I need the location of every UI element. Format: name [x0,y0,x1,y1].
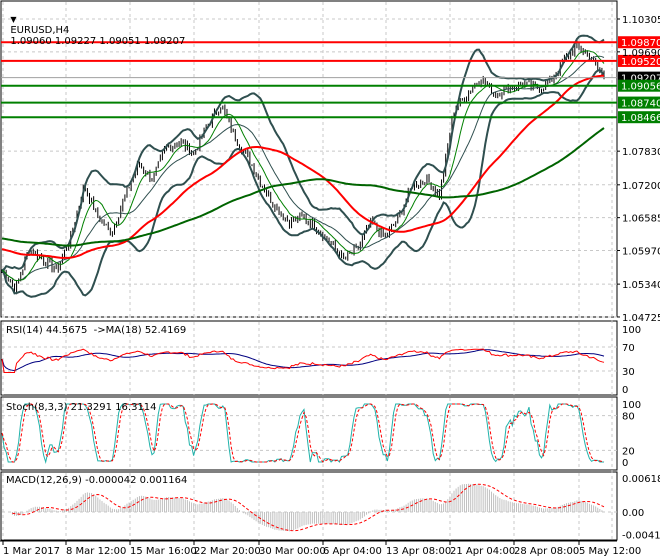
macd-tick-label: 0.006189 [622,474,660,485]
price-tick-label: 1.07200 [622,181,660,192]
time-tick-label: 28 Apr 08:00 [514,546,579,557]
price-tick-label: 1.07830 [622,147,660,158]
level-price-label: 1.09056 [621,82,660,93]
triangle-down-icon[interactable]: ▼ [10,15,16,24]
stoch-tick-label: 100 [622,400,641,411]
ohlc-label: 1.09060 1.09227 1.09051 1.09207 [10,36,186,47]
time-tick-label: 21 Apr 04:00 [450,546,515,557]
rsi-label: RSI(14) 44.5675 ->MA(18) 52.4169 [6,325,187,336]
macd-tick-label: 0.00 [622,508,644,519]
level-price-label: 1.08466 [621,113,660,124]
time-tick-label: 6 Apr 04:00 [323,546,382,557]
time-tick-label: 1 Mar 2017 [3,546,60,557]
macd-tick-label: -0.004133 [622,531,660,542]
time-tick-label: 22 Mar 20:00 [194,546,261,557]
price-tick-label: 1.10305 [622,15,660,26]
rsi-tick-label: 0 [622,385,628,396]
price-tick-label: 1.05970 [622,246,660,257]
stoch-label: Stoch(8,3,3) 21.3291 16.3114 [6,402,157,413]
symbol-label: EURUSD,H4 [10,25,70,36]
price-tick-label: 1.09690 [622,48,660,59]
time-tick-label: 30 Mar 00:00 [259,546,326,557]
ma-slow-line [1,127,605,247]
chart-header: ▼ EURUSD,H4 1.09060 1.09227 1.09051 1.09… [4,3,185,47]
time-tick-label: 15 Mar 16:00 [130,546,197,557]
main-panel [0,0,618,318]
time-tick-label: 13 Apr 08:00 [386,546,451,557]
price-tick-label: 1.05340 [622,280,660,291]
stoch-tick-label: 0 [622,458,628,469]
time-tick-label: 8 Mar 12:00 [66,546,126,557]
rsi-tick-label: 30 [622,367,635,378]
level-price-label: 1.08740 [621,99,660,110]
rsi-tick-label: 70 [622,343,635,354]
bollinger-middle-line [1,55,605,282]
macd-label: MACD(12,26,9) -0.000042 0.001164 [6,475,188,486]
price-tick-label: 1.04725 [622,313,660,324]
stoch-tick-label: 80 [622,412,635,423]
rsi-tick-label: 100 [622,325,641,336]
price-tick-label: 1.06585 [622,214,660,225]
time-tick-label: 5 May 12:00 [579,546,641,557]
stoch-tick-label: 20 [622,446,635,457]
